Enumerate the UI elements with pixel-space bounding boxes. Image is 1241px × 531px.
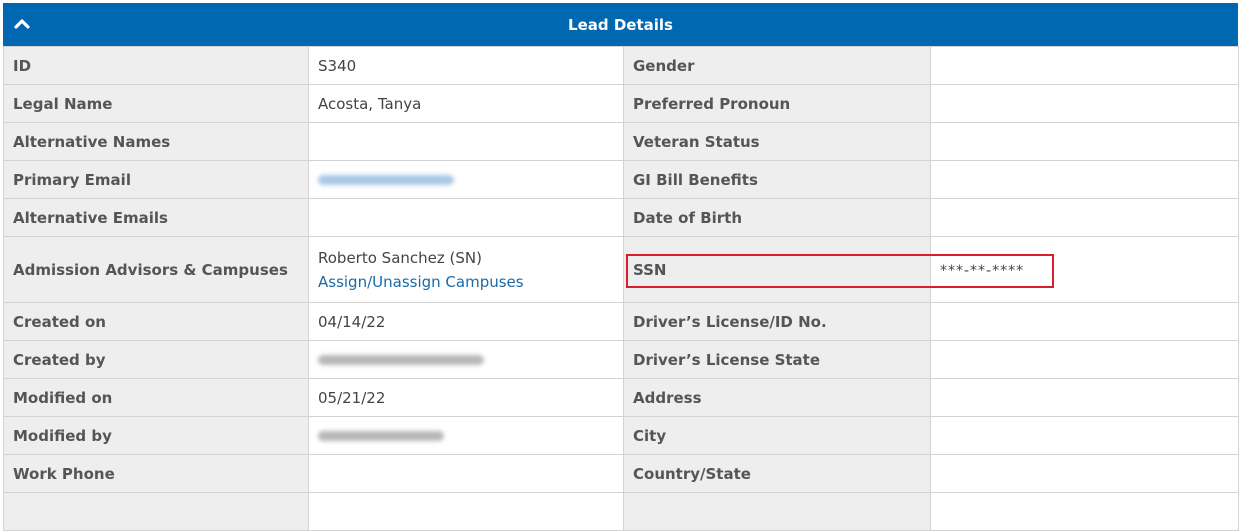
field-label-modified-on: Modified on xyxy=(3,378,309,417)
redacted-modified-by xyxy=(318,430,444,441)
field-label-next xyxy=(3,492,309,531)
field-label-preferred-pronoun: Preferred Pronoun xyxy=(623,84,931,123)
field-value-id: S340 xyxy=(308,46,624,85)
field-value-created-by xyxy=(308,340,624,379)
field-value-next xyxy=(308,492,624,531)
field-label-date-of-birth: Date of Birth xyxy=(623,198,931,237)
redacted-email xyxy=(318,174,454,185)
advisor-name: Roberto Sanchez (SN) xyxy=(318,248,482,267)
field-value-city xyxy=(930,416,1239,455)
field-value-drivers-license-state xyxy=(930,340,1239,379)
field-value-next-right xyxy=(930,492,1239,531)
field-label-work-phone: Work Phone xyxy=(3,454,309,493)
table-row: Modified by City xyxy=(3,416,1239,455)
field-label-admission-advisors: Admission Advisors & Campuses xyxy=(3,236,309,303)
field-value-gi-bill-benefits xyxy=(930,160,1239,199)
field-label-modified-by: Modified by xyxy=(3,416,309,455)
table-row xyxy=(3,492,1239,531)
field-label-created-by: Created by xyxy=(3,340,309,379)
field-label-drivers-license-id: Driver’s License/ID No. xyxy=(623,302,931,341)
field-value-modified-by xyxy=(308,416,624,455)
field-label-address: Address xyxy=(623,378,931,417)
field-value-admission-advisors: Roberto Sanchez (SN) Assign/Unassign Cam… xyxy=(308,236,624,303)
field-value-primary-email xyxy=(308,160,624,199)
redacted-created-by xyxy=(318,354,484,365)
field-label-alternative-names: Alternative Names xyxy=(3,122,309,161)
field-label-alternative-emails: Alternative Emails xyxy=(3,198,309,237)
field-value-alternative-names xyxy=(308,122,624,161)
field-label-id: ID xyxy=(3,46,309,85)
assign-campuses-link[interactable]: Assign/Unassign Campuses xyxy=(318,273,524,291)
field-label-drivers-license-state: Driver’s License State xyxy=(623,340,931,379)
field-label-legal-name: Legal Name xyxy=(3,84,309,123)
field-label-ssn: SSN xyxy=(623,236,931,303)
table-row: Legal Name Acosta, Tanya Preferred Prono… xyxy=(3,84,1239,123)
field-value-veteran-status xyxy=(930,122,1239,161)
field-label-gi-bill-benefits: GI Bill Benefits xyxy=(623,160,931,199)
table-row: Alternative Emails Date of Birth xyxy=(3,198,1239,237)
field-value-ssn: ***-**-**** xyxy=(930,236,1239,303)
table-row: Alternative Names Veteran Status xyxy=(3,122,1239,161)
field-value-work-phone xyxy=(308,454,624,493)
field-label-country-state: Country/State xyxy=(623,454,931,493)
table-row: Primary Email GI Bill Benefits xyxy=(3,160,1239,199)
field-value-address xyxy=(930,378,1239,417)
table-row: Work Phone Country/State xyxy=(3,454,1239,493)
field-value-preferred-pronoun xyxy=(930,84,1239,123)
field-value-drivers-license-id xyxy=(930,302,1239,341)
field-value-created-on: 04/14/22 xyxy=(308,302,624,341)
field-label-veteran-status: Veteran Status xyxy=(623,122,931,161)
lead-details-table: ID S340 Gender Legal Name Acosta, Tanya … xyxy=(3,46,1239,531)
field-value-alternative-emails xyxy=(308,198,624,237)
table-row: Admission Advisors & Campuses Roberto Sa… xyxy=(3,236,1239,303)
field-label-next-right xyxy=(623,492,931,531)
table-row: Created by Driver’s License State xyxy=(3,340,1239,379)
field-value-legal-name: Acosta, Tanya xyxy=(308,84,624,123)
panel-title: Lead Details xyxy=(568,15,673,34)
chevron-up-icon[interactable] xyxy=(13,15,31,33)
table-row: Modified on 05/21/22 Address xyxy=(3,378,1239,417)
ssn-masked-value: ***-**-**** xyxy=(940,262,1025,279)
table-row: Created on 04/14/22 Driver’s License/ID … xyxy=(3,302,1239,341)
field-value-date-of-birth xyxy=(930,198,1239,237)
field-value-country-state xyxy=(930,454,1239,493)
field-label-gender: Gender xyxy=(623,46,931,85)
lead-details-panel: Lead Details ID S340 Gender Legal Name A… xyxy=(3,3,1239,531)
field-value-modified-on: 05/21/22 xyxy=(308,378,624,417)
field-label-primary-email: Primary Email xyxy=(3,160,309,199)
field-value-gender xyxy=(930,46,1239,85)
field-label-city: City xyxy=(623,416,931,455)
panel-header[interactable]: Lead Details xyxy=(3,3,1238,46)
field-label-created-on: Created on xyxy=(3,302,309,341)
table-row: ID S340 Gender xyxy=(3,46,1239,85)
